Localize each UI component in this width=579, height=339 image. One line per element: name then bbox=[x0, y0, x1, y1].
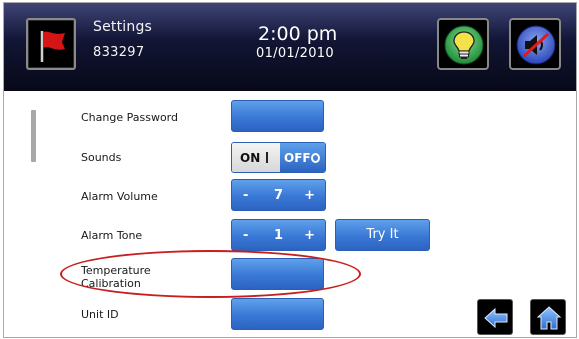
try-it-button[interactable]: Try It bbox=[335, 219, 430, 251]
sounds-on-option[interactable]: ON bbox=[232, 143, 280, 172]
alarm-tone-increase-button[interactable]: + bbox=[304, 228, 315, 243]
alarm-volume-label: Alarm Volume bbox=[81, 190, 158, 203]
alarm-volume-decrease-button[interactable]: - bbox=[243, 188, 248, 203]
off-circle-icon bbox=[311, 152, 320, 163]
speaker-muted-icon bbox=[516, 25, 556, 65]
sounds-off-option[interactable]: OFF bbox=[280, 143, 325, 172]
alarm-tone-label: Alarm Tone bbox=[81, 229, 143, 242]
alert-flag-button[interactable] bbox=[26, 18, 76, 70]
sounds-toggle[interactable]: ON OFF bbox=[231, 142, 326, 173]
sounds-on-label: ON bbox=[240, 150, 261, 165]
home-button[interactable] bbox=[530, 299, 566, 335]
sounds-label: Sounds bbox=[81, 151, 122, 164]
arrow-left-icon bbox=[484, 307, 508, 329]
temperature-calibration-line2: Calibration bbox=[81, 277, 141, 290]
unit-id-button[interactable] bbox=[231, 298, 324, 330]
home-icon bbox=[536, 306, 562, 330]
change-password-button[interactable] bbox=[231, 100, 324, 132]
unit-serial: 833297 bbox=[93, 45, 145, 60]
scroll-indicator[interactable] bbox=[31, 110, 36, 162]
clock-date: 01/01/2010 bbox=[256, 46, 334, 61]
sound-mute-button[interactable] bbox=[509, 18, 561, 70]
sounds-off-label: OFF bbox=[284, 150, 311, 165]
temperature-calibration-label: Temperature Calibration bbox=[81, 264, 151, 290]
header-bar: Settings 833297 2:00 pm 01/01/2010 bbox=[4, 3, 576, 91]
alarm-volume-stepper: 7 - + bbox=[231, 179, 326, 211]
light-button[interactable] bbox=[437, 18, 489, 70]
lightbulb-icon bbox=[444, 25, 484, 65]
on-bar-icon bbox=[266, 152, 269, 163]
page-title: Settings bbox=[93, 19, 153, 35]
red-flag-icon bbox=[40, 31, 65, 62]
change-password-label: Change Password bbox=[81, 111, 178, 124]
temperature-calibration-button[interactable] bbox=[231, 258, 324, 290]
clock-time: 2:00 pm bbox=[258, 23, 338, 45]
temperature-calibration-line1: Temperature bbox=[81, 264, 151, 277]
alarm-tone-decrease-button[interactable]: - bbox=[243, 228, 248, 243]
alarm-tone-stepper: 1 - + bbox=[231, 219, 326, 251]
alarm-volume-increase-button[interactable]: + bbox=[304, 188, 315, 203]
back-button[interactable] bbox=[477, 299, 513, 335]
settings-screen: Settings 833297 2:00 pm 01/01/2010 Chang… bbox=[3, 2, 577, 338]
unit-id-label: Unit ID bbox=[81, 308, 119, 321]
